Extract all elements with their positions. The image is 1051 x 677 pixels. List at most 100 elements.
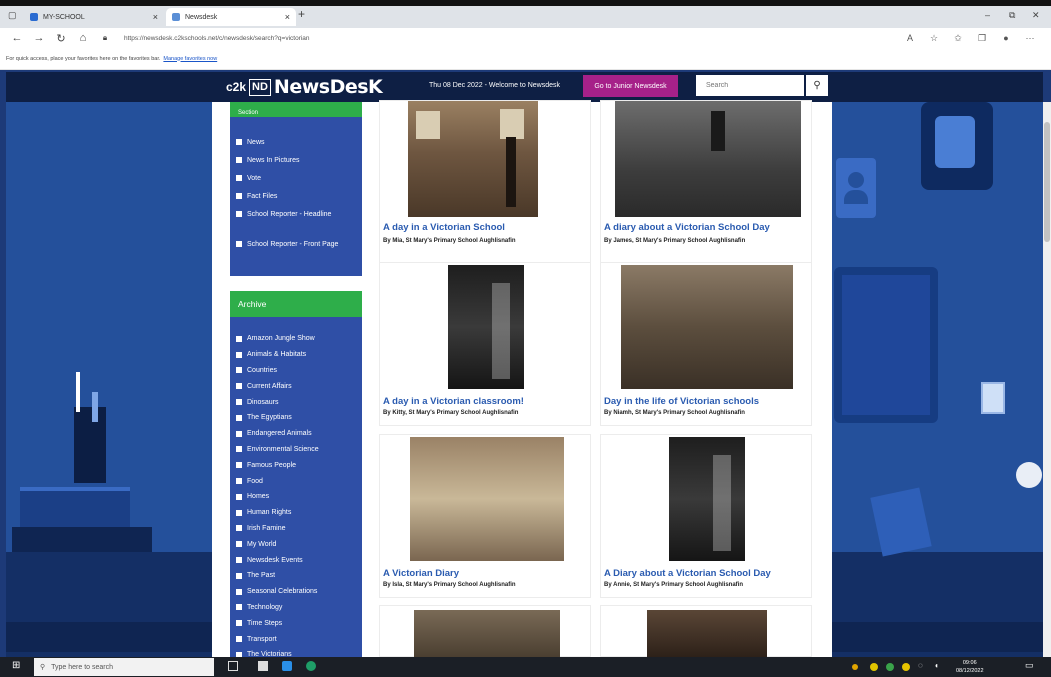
article-card[interactable]: A diary about a Victorian School Day By … <box>600 100 812 264</box>
sidebar-item[interactable]: Homes <box>230 489 362 505</box>
article-photo[interactable] <box>448 265 524 389</box>
sidebar-item[interactable]: Dinosaurs <box>230 394 362 410</box>
sidebar-item[interactable]: The Past <box>230 568 362 584</box>
article-card[interactable]: A Victorian Diary By Isla, St Mary's Pri… <box>379 434 591 598</box>
sidebar-item[interactable]: Current Affairs <box>230 378 362 394</box>
close-tab-icon[interactable]: × <box>153 12 158 22</box>
edge-icon[interactable] <box>306 661 316 671</box>
back-icon[interactable]: ← <box>6 32 28 44</box>
article-card[interactable] <box>379 605 591 658</box>
newsdesk-logo[interactable]: c2k ND NewsDesK <box>226 76 383 98</box>
home-icon[interactable]: ⌂ <box>72 32 94 44</box>
sidebar-item[interactable]: Vote <box>230 169 362 187</box>
windows-start-icon[interactable]: ⊞ <box>12 660 26 671</box>
refresh-icon[interactable]: ↻ <box>50 32 72 45</box>
article-title[interactable]: Day in the life of Victorian schools <box>604 396 759 407</box>
profile-icon[interactable]: ● <box>994 33 1018 43</box>
manage-favorites-link[interactable]: Manage favorites now <box>163 56 217 62</box>
sidebar-item[interactable]: School Reporter - Headline <box>230 205 362 223</box>
lock-icon[interactable]: 🔒︎ <box>94 33 116 43</box>
sidebar-item[interactable]: News In Pictures <box>230 151 362 169</box>
sidebar-item[interactable]: News <box>230 133 362 151</box>
page-scrollbar[interactable] <box>1043 102 1051 657</box>
sidebar-item-label: Transport <box>247 635 277 643</box>
more-menu-icon[interactable]: ··· <box>1018 33 1042 43</box>
collections-icon[interactable]: ❐ <box>970 33 994 44</box>
volume-icon[interactable]: ◖ <box>934 661 944 671</box>
article-card[interactable]: A day in a Victorian classroom! By Kitty… <box>379 262 591 426</box>
sidebar-item[interactable]: The Egyptians <box>230 410 362 426</box>
article-card[interactable]: Day in the life of Victorian schools By … <box>600 262 812 426</box>
article-card[interactable]: A day in a Victorian School By Mia, St M… <box>379 100 591 264</box>
file-explorer-icon[interactable] <box>258 661 268 671</box>
article-photo[interactable] <box>408 101 538 217</box>
sidebar-item[interactable]: Food <box>230 473 362 489</box>
close-window-icon[interactable]: ✕ <box>1032 10 1040 21</box>
sidebar-item[interactable]: Countries <box>230 363 362 379</box>
sidebar-item[interactable]: Animals & Habitats <box>230 347 362 363</box>
favorites-icon[interactable]: ✩ <box>946 33 970 44</box>
close-tab-icon[interactable]: × <box>285 12 290 22</box>
bullet-square-icon <box>236 446 242 453</box>
sidebar-item[interactable]: My World <box>230 536 362 552</box>
article-photo[interactable] <box>621 265 793 389</box>
system-clock[interactable]: 09:06 08/12/2022 <box>956 659 984 675</box>
tray-icon[interactable] <box>852 664 858 670</box>
tab-newsdesk[interactable]: Newsdesk × <box>166 8 296 26</box>
pencil-icon <box>76 372 80 412</box>
favorite-star-icon[interactable]: ☆ <box>922 33 946 44</box>
app-icon[interactable] <box>282 661 292 671</box>
sidebar-item[interactable]: Environmental Science <box>230 442 362 458</box>
article-photo[interactable] <box>615 101 801 217</box>
sidebar-item[interactable]: Newsdesk Events <box>230 552 362 568</box>
article-card[interactable] <box>600 605 812 658</box>
search-input[interactable] <box>696 75 804 96</box>
sidebar-item-label: News In Pictures <box>247 156 300 164</box>
article-title[interactable]: A Victorian Diary <box>383 568 459 579</box>
new-tab-button[interactable]: + <box>298 7 305 21</box>
sidebar-item[interactable]: Irish Famine <box>230 521 362 537</box>
bullet-square-icon <box>236 211 242 217</box>
article-title[interactable]: A day in a Victorian School <box>383 222 505 233</box>
maximize-icon[interactable]: ⧉ <box>1009 10 1015 21</box>
read-aloud-icon[interactable]: A <box>898 33 922 43</box>
article-title[interactable]: A day in a Victorian classroom! <box>383 396 524 407</box>
sidebar-item[interactable]: Seasonal Celebrations <box>230 584 362 600</box>
search-button[interactable]: ⚲ <box>806 75 828 96</box>
tv-screen-icon <box>921 102 993 190</box>
bullet-square-icon <box>236 175 242 181</box>
article-title[interactable]: A Diary about a Victorian School Day <box>604 568 771 579</box>
article-card[interactable]: A Diary about a Victorian School Day By … <box>600 434 812 598</box>
taskbar-search[interactable]: ⚲ Type here to search <box>34 658 214 676</box>
article-photo[interactable] <box>410 437 564 561</box>
sidebar-item[interactable]: Human Rights <box>230 505 362 521</box>
tray-icon[interactable] <box>870 663 878 671</box>
sidebar-item[interactable]: Technology <box>230 600 362 616</box>
tray-icon[interactable] <box>886 663 894 671</box>
sidebar-item[interactable]: Famous People <box>230 457 362 473</box>
sidebar-item[interactable]: Fact Files <box>230 187 362 205</box>
sidebar-item[interactable]: Transport <box>230 631 362 647</box>
url-field[interactable]: https://newsdesk.c2kschools.net/c/newsde… <box>124 35 310 42</box>
article-photo[interactable] <box>414 610 560 658</box>
notifications-icon[interactable]: ▭ <box>1025 660 1035 670</box>
article-photo[interactable] <box>647 610 767 658</box>
sidebar-item[interactable]: Endangered Animals <box>230 426 362 442</box>
article-title[interactable]: A diary about a Victorian School Day <box>604 222 770 233</box>
forward-icon[interactable]: → <box>28 32 50 44</box>
tab-actions-icon[interactable]: ▢ <box>8 10 17 21</box>
id-badge-icon <box>981 382 1005 414</box>
sidebar-item[interactable]: Amazon Jungle Show <box>230 331 362 347</box>
bullet-square-icon <box>236 557 242 564</box>
network-icon[interactable]: ◌ <box>918 661 928 671</box>
tray-icon[interactable] <box>902 663 910 671</box>
scrollbar-thumb[interactable] <box>1044 122 1050 242</box>
task-view-icon[interactable] <box>228 661 238 671</box>
article-photo[interactable] <box>669 437 745 561</box>
minimize-icon[interactable]: – <box>985 10 990 20</box>
bullet-square-icon <box>236 572 242 579</box>
tab-my-school[interactable]: MY-SCHOOL × <box>24 8 164 26</box>
sidebar-item[interactable]: School Reporter - Front Page <box>230 235 362 253</box>
junior-newsdesk-button[interactable]: Go to Junior Newsdesk <box>583 75 678 97</box>
sidebar-item[interactable]: Time Steps <box>230 615 362 631</box>
